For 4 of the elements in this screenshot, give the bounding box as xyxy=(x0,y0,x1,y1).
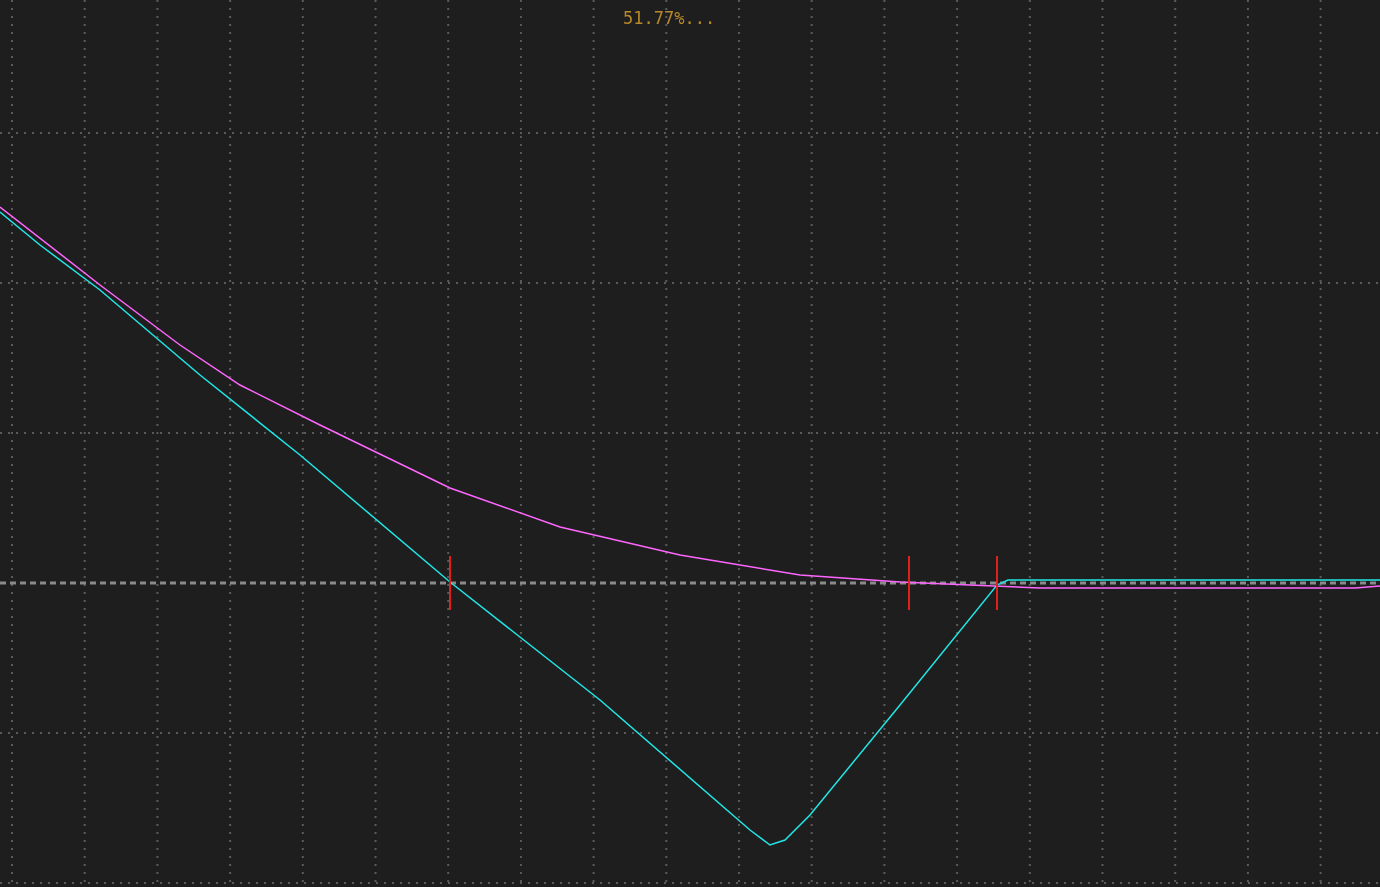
price-marker xyxy=(996,555,998,611)
price-marker xyxy=(449,555,451,611)
price-marker xyxy=(908,555,910,611)
percent-label: 51.77%... xyxy=(623,8,716,28)
